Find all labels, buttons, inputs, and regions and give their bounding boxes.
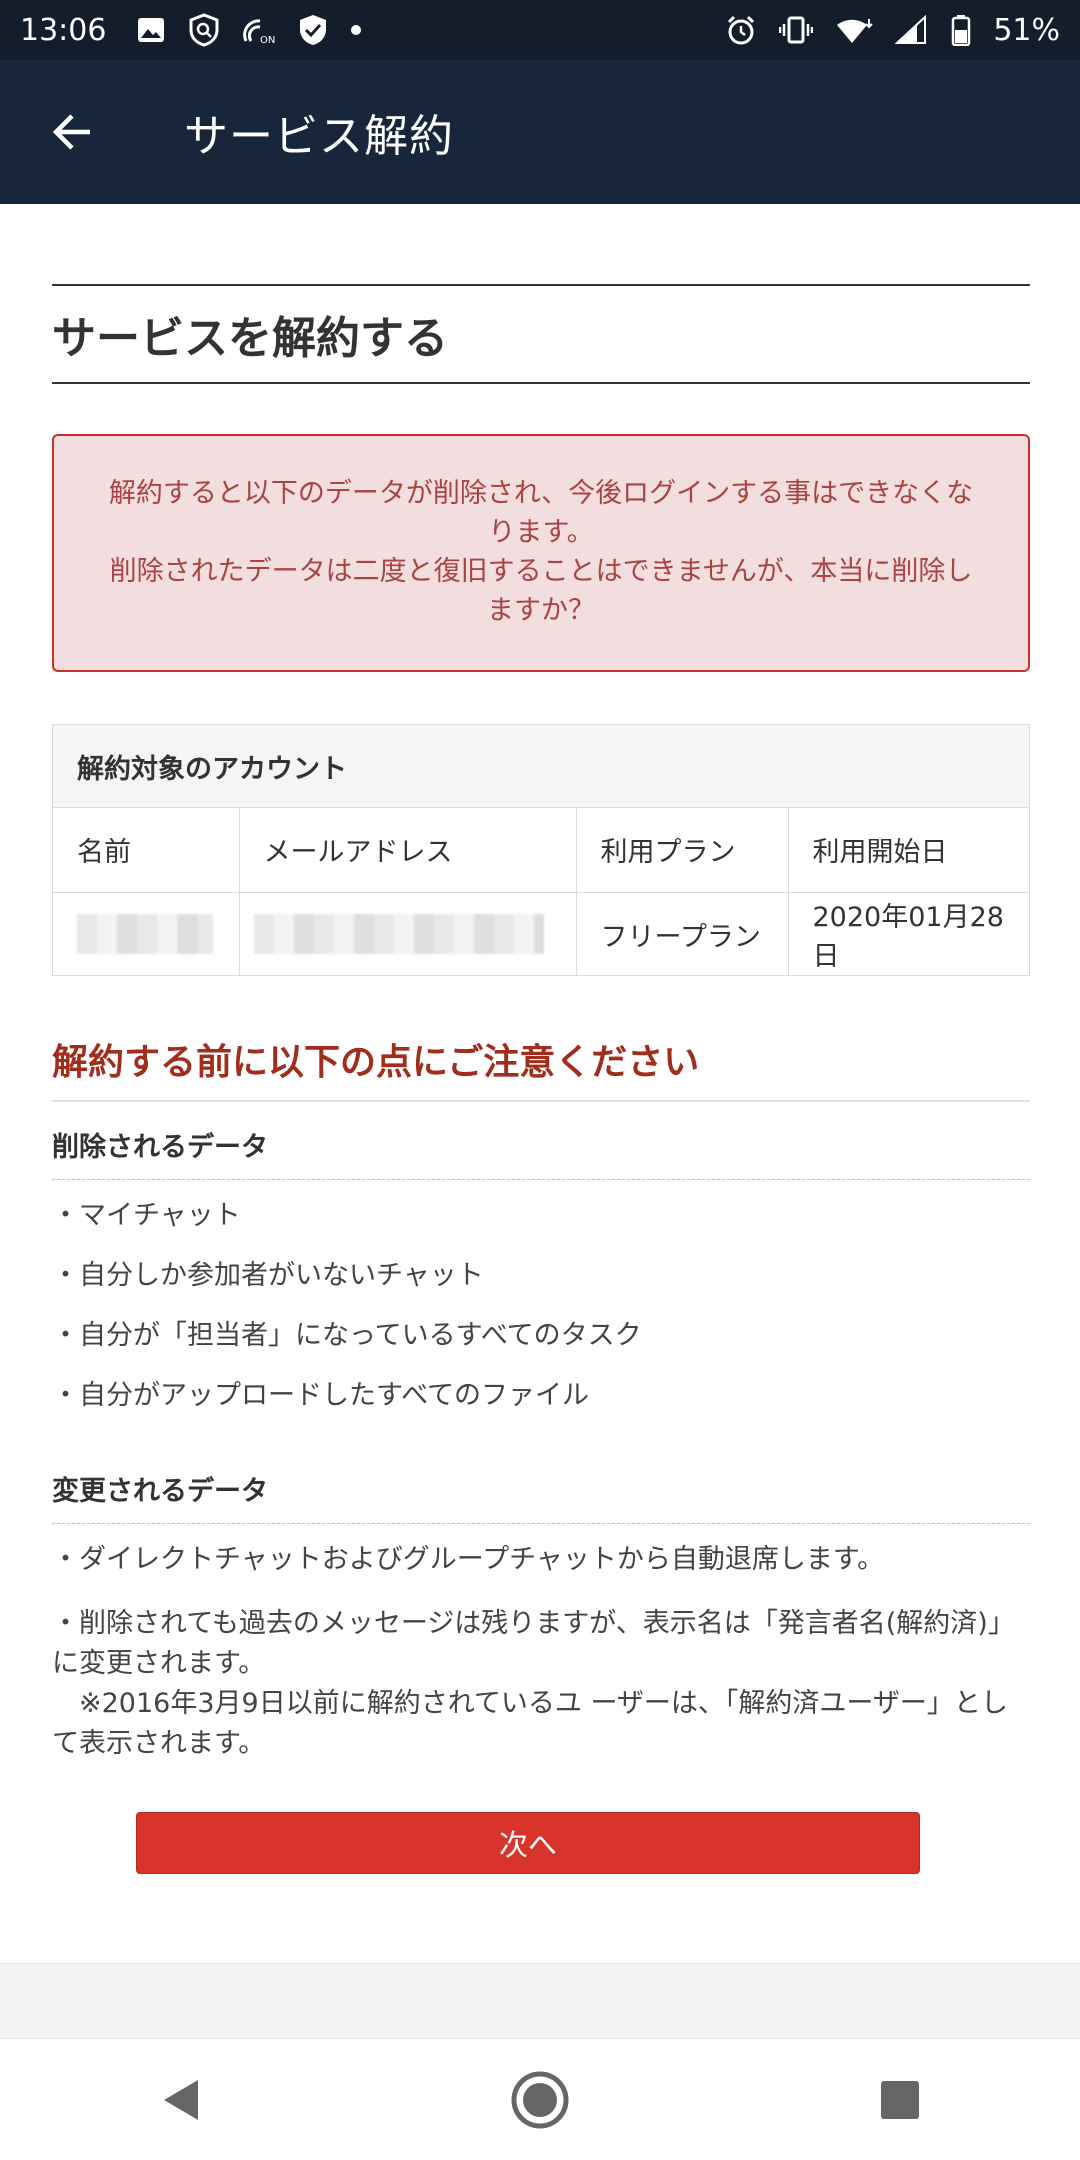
account-table-title: 解約対象のアカウント (53, 725, 1029, 808)
alert-line-2: 削除されたデータは二度と復旧することはできませんが、本当に削除しますか？ (109, 556, 973, 626)
cell-start-date: 2020年01月28日 (812, 902, 1004, 973)
status-time: 13:06 (20, 12, 107, 48)
svg-text:ON: ON (260, 35, 275, 45)
alert-line-1: 解約すると以下のデータが削除され、今後ログインする事はできなくなります。 (108, 478, 974, 548)
square-recents-icon (881, 2080, 919, 2119)
dot-icon (350, 24, 362, 36)
list-item: ・ダイレクトチャットおよびグループチャットから自動退席します。 (52, 1544, 885, 1575)
app-bar: サービス解約 (0, 60, 1080, 204)
shield-check-icon (298, 13, 328, 47)
signal-icon (895, 15, 929, 45)
vibrate-icon (779, 15, 814, 45)
battery-icon (951, 14, 971, 46)
battery-percent: 51% (993, 12, 1060, 48)
list-item: ・自分がアップロードしたすべてのファイル (52, 1380, 590, 1411)
page-heading: サービスを解約する (52, 284, 1030, 384)
cell-plan: フリープラン (576, 892, 789, 976)
nav-home-button[interactable] (490, 2050, 590, 2150)
list-item: ・自分しか参加者がいないチャット (52, 1260, 484, 1291)
next-button[interactable]: 次へ (136, 1812, 920, 1874)
triangle-back-icon (164, 2079, 198, 2120)
deleted-data-section: 削除されるデータ ・マイチャット ・自分しか参加者がいないチャット ・自分が「担… (52, 1110, 1030, 1426)
table-header-row: 名前 メールアドレス 利用プラン 利用開始日 (53, 808, 1029, 893)
image-icon (136, 15, 166, 45)
column-header-plan: 利用プラン (576, 808, 789, 893)
table-row: フリープラン 2020年01月28日 (53, 892, 1029, 976)
arrow-left-icon (52, 114, 90, 150)
nav-back-button[interactable] (130, 2050, 230, 2150)
column-header-email: メールアドレス (239, 808, 577, 893)
nfc-on-icon: ON (242, 15, 276, 45)
list-item: ・マイチャット (52, 1200, 241, 1231)
back-button[interactable] (0, 60, 144, 204)
status-bar: 13:06 ON 51% (0, 0, 1080, 60)
app-bar-title: サービス解約 (184, 111, 454, 162)
circle-home-icon (511, 2071, 569, 2128)
divider (52, 1100, 1030, 1102)
warning-alert: 解約すると以下のデータが削除され、今後ログインする事はできなくなります。 削除さ… (52, 434, 1030, 672)
alarm-icon (725, 14, 757, 46)
deleted-data-title: 削除されるデータ (52, 1110, 1030, 1180)
cell-email-redacted (239, 892, 577, 976)
changed-data-section: 変更されるデータ ・ダイレクトチャットおよびグループチャットから自動退席します。… (52, 1454, 1030, 1764)
account-table: 解約対象のアカウント 名前 メールアドレス 利用プラン 利用開始日 フリープラン… (52, 724, 1030, 976)
system-nav-bar (0, 2038, 1080, 2160)
changed-data-title: 変更されるデータ (52, 1454, 1030, 1524)
search-shield-icon (188, 13, 220, 47)
notice-title: 解約する前に以下の点にご注意ください (52, 1042, 700, 1083)
column-header-start-date: 利用開始日 (788, 808, 1029, 893)
wifi-icon (835, 15, 874, 45)
column-header-name: 名前 (53, 808, 240, 893)
cell-name-redacted (53, 892, 240, 976)
list-item: ・自分が「担当者」になっているすべてのタスク (52, 1320, 642, 1351)
main-content: サービスを解約する 解約すると以下のデータが削除され、今後ログインする事はできな… (0, 204, 1080, 1964)
nav-recents-button[interactable] (850, 2050, 950, 2150)
list-item-note: ※2016年3月9日以前に解約されているユ ーザーは、「解約済ユーザー」として表… (52, 1688, 1008, 1759)
list-item: ・削除されても過去のメッセージは残りますが、表示名は「発言者名(解約済)」に変更… (52, 1608, 1015, 1679)
